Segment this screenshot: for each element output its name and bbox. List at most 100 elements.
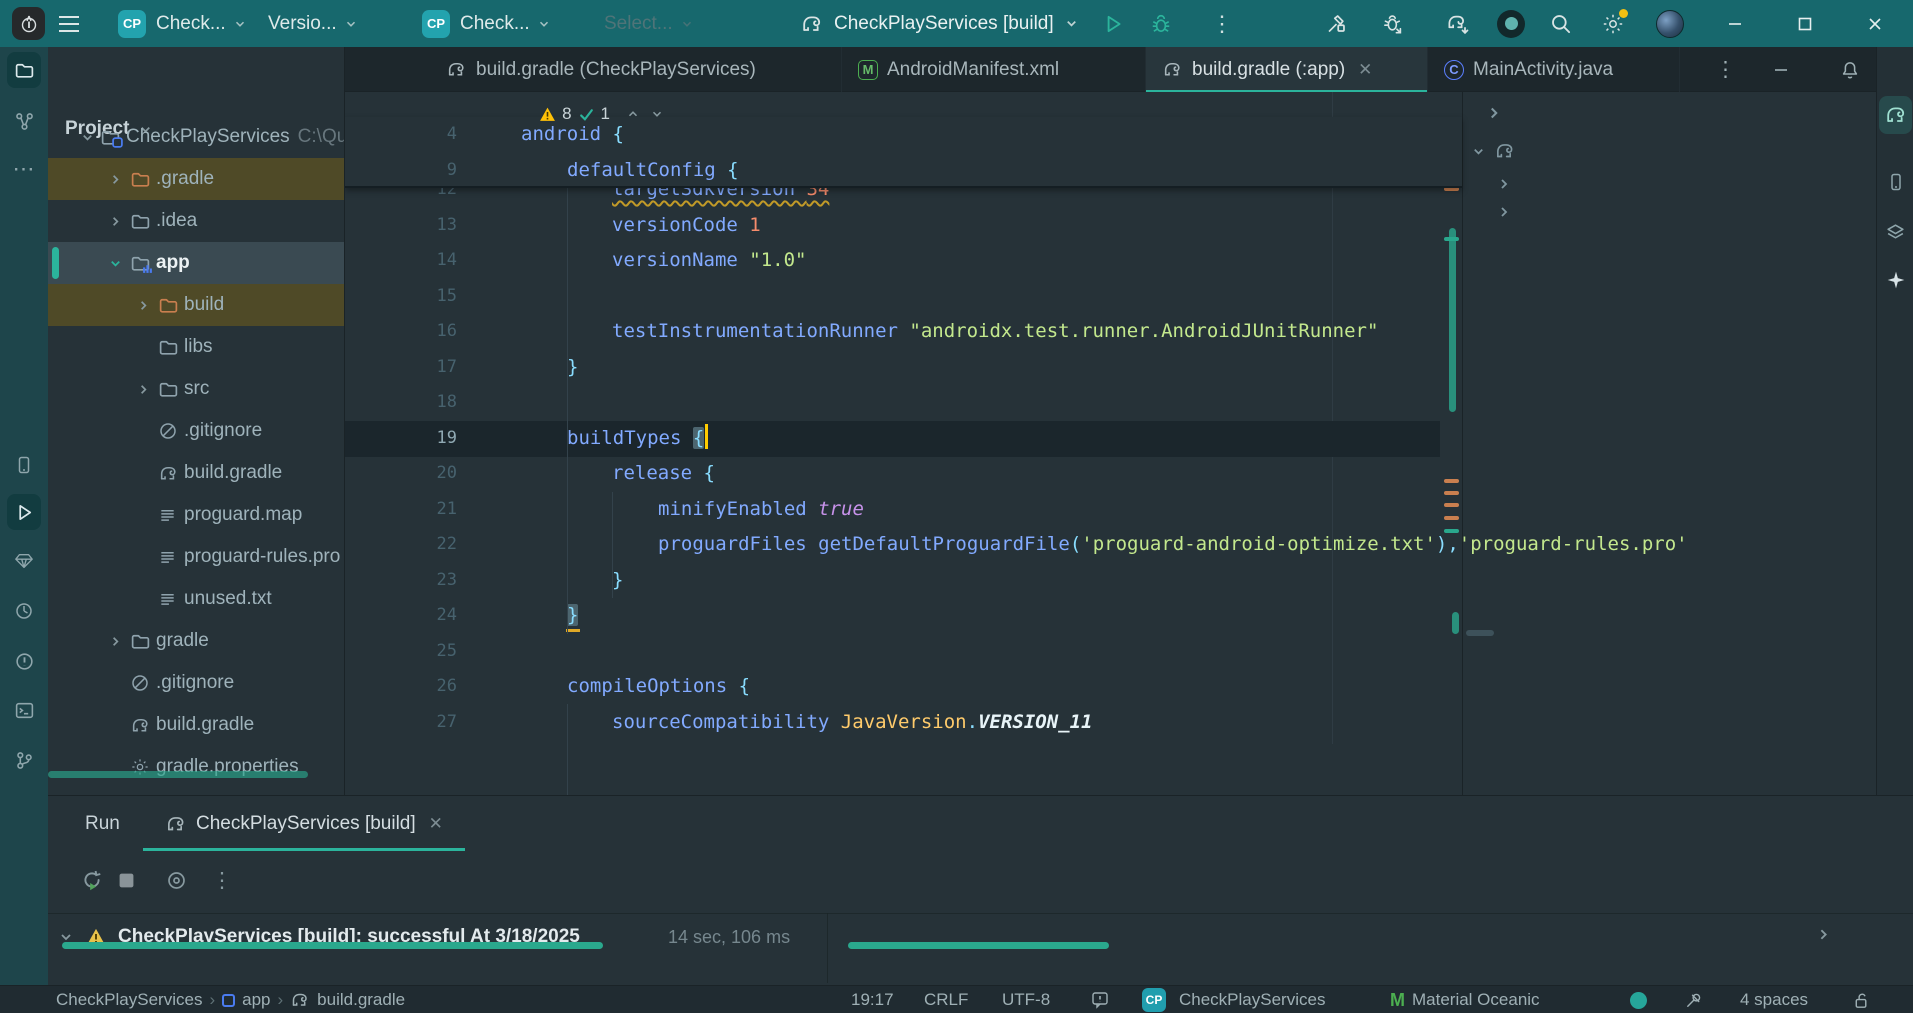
- breadcrumb[interactable]: CheckPlayServices › app › build.gradle: [56, 986, 405, 1013]
- minimize-button[interactable]: [1712, 0, 1758, 47]
- gradle-tool-button[interactable]: [1879, 96, 1912, 134]
- close-icon[interactable]: ✕: [1358, 60, 1372, 80]
- tree-item-proguard.map[interactable]: proguard.map: [48, 494, 345, 536]
- project-selector[interactable]: CP Check...: [118, 0, 247, 47]
- rerun-button[interactable]: [76, 864, 108, 896]
- settings-gear-icon[interactable]: [1601, 0, 1625, 47]
- gradle-sync-icon[interactable]: [1445, 0, 1470, 47]
- prev-problem-icon[interactable]: [626, 107, 640, 121]
- chevron-right-icon[interactable]: [108, 620, 123, 662]
- chevron-down-icon[interactable]: [80, 116, 95, 158]
- tree-item-build[interactable]: build: [48, 284, 345, 326]
- chevron-right-icon[interactable]: [136, 368, 151, 410]
- hide-editor-button[interactable]: [1773, 47, 1789, 92]
- main-menu-button[interactable]: [58, 0, 80, 47]
- run-config-chevron[interactable]: [1064, 0, 1079, 47]
- attach-debugger-icon[interactable]: [1382, 0, 1405, 47]
- project-tool-button[interactable]: [7, 52, 41, 88]
- notifications-bell-icon[interactable]: [1839, 47, 1861, 92]
- profiler-tool-button[interactable]: [7, 593, 41, 629]
- terminal-tool-button[interactable]: [7, 692, 41, 728]
- avatar[interactable]: [1656, 0, 1684, 47]
- chevron-down-icon[interactable]: [108, 242, 123, 284]
- run-button[interactable]: [1102, 0, 1124, 47]
- layers-tool-button[interactable]: [1879, 213, 1912, 251]
- gradle-panel-toolbar[interactable]: [1471, 140, 1516, 162]
- tab-MainActivity.java[interactable]: CMainActivity.java: [1428, 47, 1680, 92]
- app-inspection-button[interactable]: [7, 543, 41, 579]
- line-separator-widget[interactable]: CRLF: [924, 986, 968, 1013]
- search-everywhere-icon[interactable]: [1549, 0, 1572, 47]
- editor-scrollbar-mini[interactable]: [1452, 612, 1459, 634]
- indent-widget[interactable]: 4 spaces: [1740, 986, 1808, 1013]
- breadcrumb-project[interactable]: CheckPlayServices: [56, 990, 202, 1010]
- run-configuration-selector[interactable]: CheckPlayServices [build]: [800, 0, 1054, 47]
- expand-chevron-icon[interactable]: [1496, 176, 1512, 192]
- tab-build.gradle(:app)[interactable]: build.gradle (:app)✕: [1146, 47, 1428, 92]
- build-button[interactable]: [1325, 0, 1348, 47]
- notifications-icon[interactable]: [1090, 986, 1110, 1013]
- stop-button[interactable]: [110, 864, 142, 896]
- device-manager-tool-button[interactable]: [1879, 163, 1912, 201]
- encoding-widget[interactable]: UTF-8: [1002, 986, 1050, 1013]
- next-problem-icon[interactable]: [650, 107, 664, 121]
- tree-item-app[interactable]: app: [48, 242, 345, 284]
- tab-build.gradle(CheckPlayServices)[interactable]: build.gradle (CheckPlayServices): [430, 47, 842, 92]
- tree-item-CheckPlayServices[interactable]: CheckPlayServicesC:\Quan: [48, 116, 345, 158]
- tab-options-button[interactable]: ⋮: [1715, 47, 1736, 92]
- run-console-horizontal-scrollbar[interactable]: [848, 942, 1109, 949]
- structure-tool-button[interactable]: [7, 103, 41, 139]
- editor-vertical-scrollbar[interactable]: [1449, 228, 1456, 412]
- chevron-right-icon[interactable]: [108, 200, 123, 242]
- breadcrumb-file[interactable]: build.gradle: [317, 990, 405, 1010]
- lock-icon[interactable]: [1852, 986, 1871, 1013]
- problems-tool-button[interactable]: [7, 643, 41, 679]
- tree-item-gradle[interactable]: gradle: [48, 620, 345, 662]
- ai-assistant-tool-button[interactable]: [1879, 261, 1912, 299]
- theme-widget[interactable]: M Material Oceanic: [1390, 986, 1540, 1013]
- tree-item-proguard-rules.pro[interactable]: proguard-rules.pro: [48, 536, 345, 578]
- tree-item-unused.txt[interactable]: unused.txt: [48, 578, 345, 620]
- tree-item-src[interactable]: src: [48, 368, 345, 410]
- device-selector[interactable]: Select...: [604, 0, 694, 47]
- git-tool-button[interactable]: [7, 742, 41, 778]
- expand-chevron-icon[interactable]: [1815, 926, 1832, 943]
- cursor-position-widget[interactable]: 19:17: [851, 986, 894, 1013]
- theme-pin-icon[interactable]: [1684, 986, 1703, 1013]
- project-widget[interactable]: CP CheckPlayServices: [1142, 986, 1325, 1013]
- device-manager-button[interactable]: [7, 447, 41, 483]
- code-editor[interactable]: 12targetSdkVersion 3413versionCode 114ve…: [345, 92, 1876, 795]
- tree-item-.gitignore[interactable]: .gitignore: [48, 410, 345, 452]
- module-selector[interactable]: CP Check...: [422, 0, 551, 47]
- more-actions-button[interactable]: ⋮: [1211, 0, 1233, 47]
- debug-button[interactable]: [1150, 0, 1172, 47]
- tree-item-.idea[interactable]: .idea: [48, 200, 345, 242]
- close-button[interactable]: [1852, 0, 1898, 47]
- tree-item-.gradle[interactable]: .gradle: [48, 158, 345, 200]
- run-tab[interactable]: CheckPlayServices [build] ✕: [143, 796, 465, 851]
- tree-item-build.gradle[interactable]: build.gradle: [48, 704, 345, 746]
- settings-notification-dot: [1619, 9, 1628, 18]
- hide-panel-chevron-icon[interactable]: [1485, 104, 1503, 122]
- tab-AndroidManifest.xml[interactable]: MAndroidManifest.xml: [842, 47, 1146, 92]
- tree-item-build.gradle[interactable]: build.gradle: [48, 452, 345, 494]
- filter-output-button[interactable]: [160, 864, 192, 896]
- run-tool-button[interactable]: [7, 494, 41, 530]
- version-selector[interactable]: Versio...: [268, 0, 358, 47]
- maximize-button[interactable]: [1782, 0, 1828, 47]
- running-devices-icon[interactable]: [1497, 0, 1525, 47]
- chevron-right-icon[interactable]: [136, 284, 151, 326]
- run-tree-horizontal-scrollbar[interactable]: [62, 942, 603, 949]
- close-icon[interactable]: ✕: [429, 814, 443, 834]
- inspection-widget[interactable]: 8 1: [539, 100, 664, 128]
- status-indicator-dot[interactable]: [1630, 986, 1647, 1013]
- tree-item-gradle.properties[interactable]: gradle.properties: [48, 746, 345, 788]
- chevron-right-icon[interactable]: [108, 158, 123, 200]
- breadcrumb-module[interactable]: app: [242, 990, 270, 1010]
- expand-chevron-icon[interactable]: [1496, 204, 1512, 220]
- tree-item-.gitignore[interactable]: .gitignore: [48, 662, 345, 704]
- tree-item-libs[interactable]: libs: [48, 326, 345, 368]
- more-tool-windows-button[interactable]: ⋯: [7, 151, 41, 187]
- more-options-button[interactable]: ⋮: [206, 864, 238, 896]
- project-horizontal-scrollbar[interactable]: [48, 771, 308, 778]
